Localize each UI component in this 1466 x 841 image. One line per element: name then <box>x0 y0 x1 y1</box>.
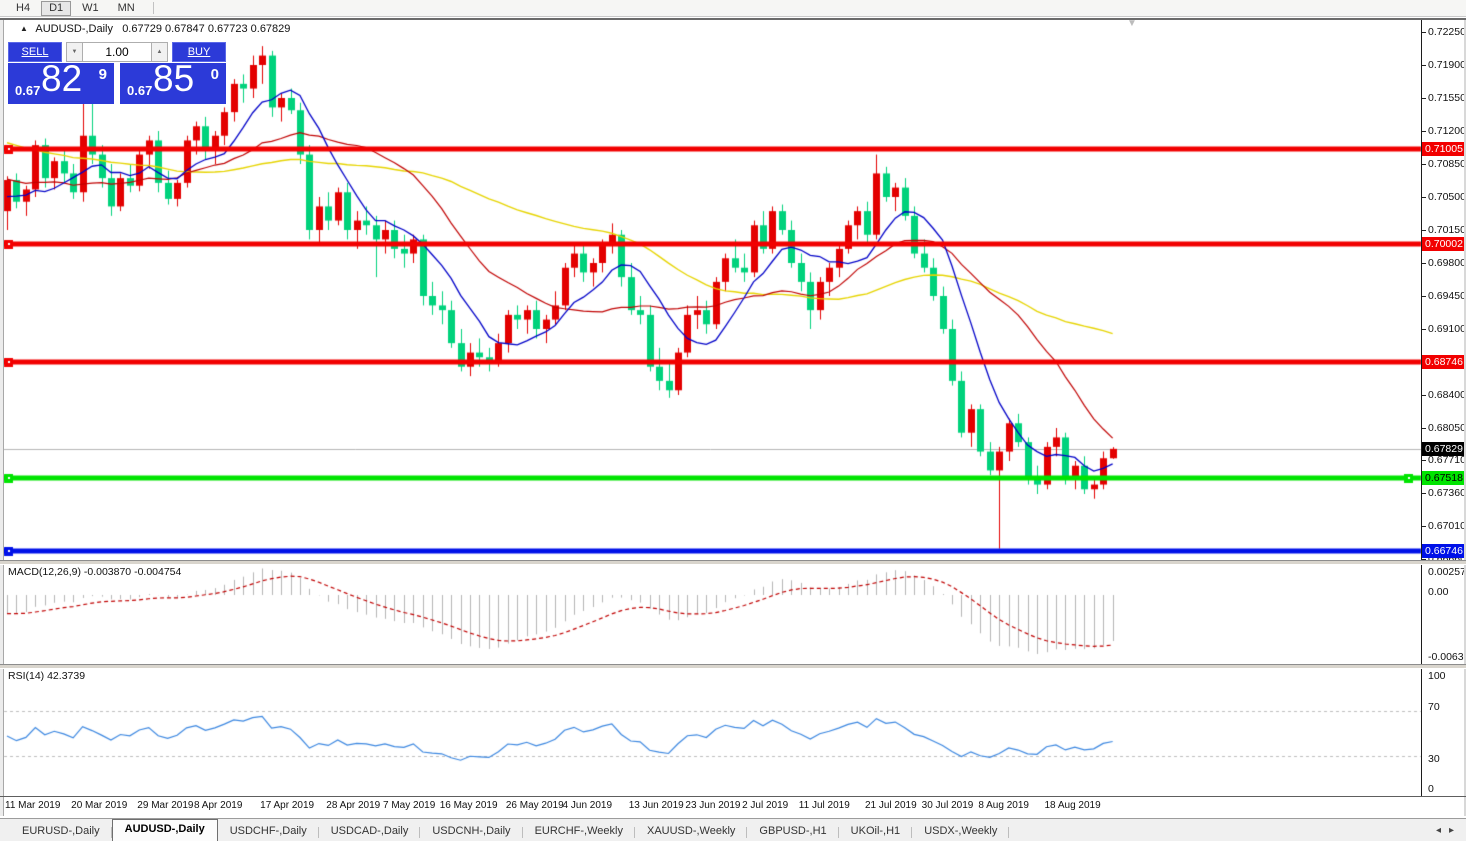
chart-tab-usdcnh-daily[interactable]: USDCNH-,Daily <box>420 821 522 841</box>
date-axis-label: 17 Apr 2019 <box>260 800 314 811</box>
price-chart-canvas[interactable] <box>0 0 1466 841</box>
date-axis-label: 30 Jul 2019 <box>922 800 974 811</box>
chart-tab-eurusd-daily[interactable]: EURUSD-,Daily <box>10 821 112 841</box>
date-axis-label: 4 Jun 2019 <box>563 800 613 811</box>
level-price-label: 0.66746 <box>1422 544 1466 558</box>
price-tick-label: 0.67360 <box>1428 487 1466 500</box>
macd-scale-label: 0.00 <box>1428 586 1448 599</box>
price-tick-label: 0.71900 <box>1428 59 1466 72</box>
date-axis-label: 11 Jul 2019 <box>799 800 850 811</box>
rsi-pane-splitter[interactable] <box>0 664 1466 669</box>
level-price-label: 0.67518 <box>1422 471 1466 485</box>
price-tick-label: 0.72250 <box>1428 26 1466 39</box>
timeframe-button-d1[interactable]: D1 <box>41 1 71 16</box>
current-price-label: 0.67829 <box>1422 442 1466 456</box>
chart-ohlc-values: 0.67729 0.67847 0.67723 0.67829 <box>122 23 290 35</box>
tab-scroll-right-icon[interactable]: ▸ <box>1445 825 1458 836</box>
buy-price-main: 85 <box>153 58 194 100</box>
price-tick-label: 0.69800 <box>1428 257 1466 270</box>
rsi-scale-label: 30 <box>1428 753 1440 766</box>
chart-symbol-label: AUDUSD-,Daily <box>35 23 113 35</box>
chart-tab-eurchf-weekly[interactable]: EURCHF-,Weekly <box>523 821 635 841</box>
chart-tab-gbpusd-h1[interactable]: GBPUSD-,H1 <box>747 821 838 841</box>
window-top-border <box>0 18 1466 20</box>
chart-tab-ukoil-h1[interactable]: UKOil-,H1 <box>839 821 913 841</box>
volume-input[interactable]: 1.00 <box>83 42 151 62</box>
date-axis-label: 7 May 2019 <box>383 800 435 811</box>
toolbar-separator <box>153 2 154 14</box>
buy-price-prefix: 0.67 <box>127 83 152 98</box>
one-click-trade-panel: SELL ▼ 1.00 ▲ BUY 0.67 82 9 0.67 85 0 <box>8 42 226 104</box>
chart-tab-usdchf-daily[interactable]: USDCHF-,Daily <box>218 821 319 841</box>
timeframe-button-mn[interactable]: MN <box>110 1 143 16</box>
date-axis-label: 20 Mar 2019 <box>71 800 127 811</box>
date-axis-label: 21 Jul 2019 <box>865 800 917 811</box>
date-axis-border <box>0 796 1466 797</box>
rsi-indicator-label: RSI(14) 42.3739 <box>8 670 85 682</box>
macd-scale-label: -0.006326 <box>1428 651 1466 664</box>
price-scale[interactable]: 0.72250 0.71900 0.71550 0.71200 0.70850 0.705… <box>1421 20 1466 796</box>
price-tick-label: 0.69100 <box>1428 323 1466 336</box>
date-axis-label: 18 Aug 2019 <box>1045 800 1101 811</box>
chart-title: ▲ AUDUSD-,Daily 0.67729 0.67847 0.67723 … <box>20 23 290 35</box>
price-tick-label: 0.70850 <box>1428 158 1466 171</box>
macd-indicator-label: MACD(12,26,9) -0.003870 -0.004754 <box>8 566 181 578</box>
date-axis-label: 29 Mar 2019 <box>137 800 193 811</box>
sell-price-prefix: 0.67 <box>15 83 40 98</box>
price-tick-label: 0.67010 <box>1428 520 1466 533</box>
price-tick-label: 0.69450 <box>1428 290 1466 303</box>
chart-tab-usdx-weekly[interactable]: USDX-,Weekly <box>912 821 1009 841</box>
date-axis-label: 2 Jul 2019 <box>742 800 788 811</box>
level-price-label: 0.71005 <box>1422 142 1466 156</box>
date-axis-label: 26 May 2019 <box>506 800 564 811</box>
sell-price-box[interactable]: 0.67 82 9 <box>8 63 114 104</box>
tab-scroll-left-icon[interactable]: ◂ <box>1432 825 1445 836</box>
timeframe-button-w1[interactable]: W1 <box>74 1 107 16</box>
window-left-border <box>0 20 4 816</box>
chart-tab-audusd-daily[interactable]: AUDUSD-,Daily <box>112 819 218 841</box>
price-tick-label: 0.70500 <box>1428 191 1466 204</box>
sell-price-pip: 9 <box>99 66 107 83</box>
timeframe-button-h4[interactable]: H4 <box>8 1 38 16</box>
timeframe-toolbar[interactable]: H4D1W1MN <box>0 0 1466 17</box>
price-tick-label: 0.71200 <box>1428 125 1466 138</box>
chart-tab-usdcad-daily[interactable]: USDCAD-,Daily <box>319 821 421 841</box>
chart-tab-xauusd-weekly[interactable]: XAUUSD-,Weekly <box>635 821 747 841</box>
rsi-scale-label: 100 <box>1428 670 1446 683</box>
price-tick-label: 0.71550 <box>1428 92 1466 105</box>
price-tick-label: 0.70150 <box>1428 224 1466 237</box>
level-price-label: 0.68746 <box>1422 355 1466 369</box>
date-axis-label: 8 Aug 2019 <box>978 800 1029 811</box>
macd-scale-label: 0.002574 <box>1428 566 1466 579</box>
rsi-scale-label: 0 <box>1428 783 1434 796</box>
chart-tab-bar: EURUSD-,DailyAUDUSD-,DailyUSDCHF-,DailyU… <box>0 818 1466 841</box>
buy-price-pip: 0 <box>211 66 219 83</box>
price-tick-label: 0.68050 <box>1428 422 1466 435</box>
date-axis-label: 23 Jun 2019 <box>685 800 740 811</box>
date-axis-label: 8 Apr 2019 <box>194 800 242 811</box>
date-axis-label: 13 Jun 2019 <box>629 800 684 811</box>
price-tick-label: 0.68400 <box>1428 389 1466 402</box>
date-axis-label: 11 Mar 2019 <box>5 800 60 811</box>
macd-pane-splitter[interactable] <box>0 560 1466 565</box>
level-price-label: 0.70002 <box>1422 237 1466 251</box>
sell-price-main: 82 <box>41 58 82 100</box>
chart-collapse-triangle-icon[interactable]: ▲ <box>20 24 28 33</box>
date-axis-label: 28 Apr 2019 <box>326 800 380 811</box>
buy-price-box[interactable]: 0.67 85 0 <box>120 63 226 104</box>
rsi-scale-label: 70 <box>1428 701 1440 714</box>
date-axis-label: 16 May 2019 <box>440 800 498 811</box>
